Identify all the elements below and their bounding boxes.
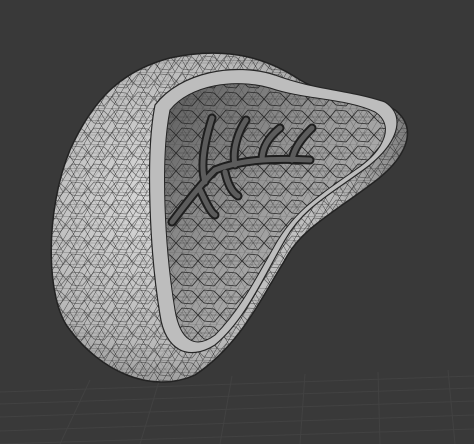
3d-viewport[interactable] [0,0,474,444]
mesh-object[interactable] [40,40,420,400]
inner-wireframe [164,83,386,342]
floor-grid [0,369,474,444]
viewport-canvas[interactable] [0,0,474,444]
